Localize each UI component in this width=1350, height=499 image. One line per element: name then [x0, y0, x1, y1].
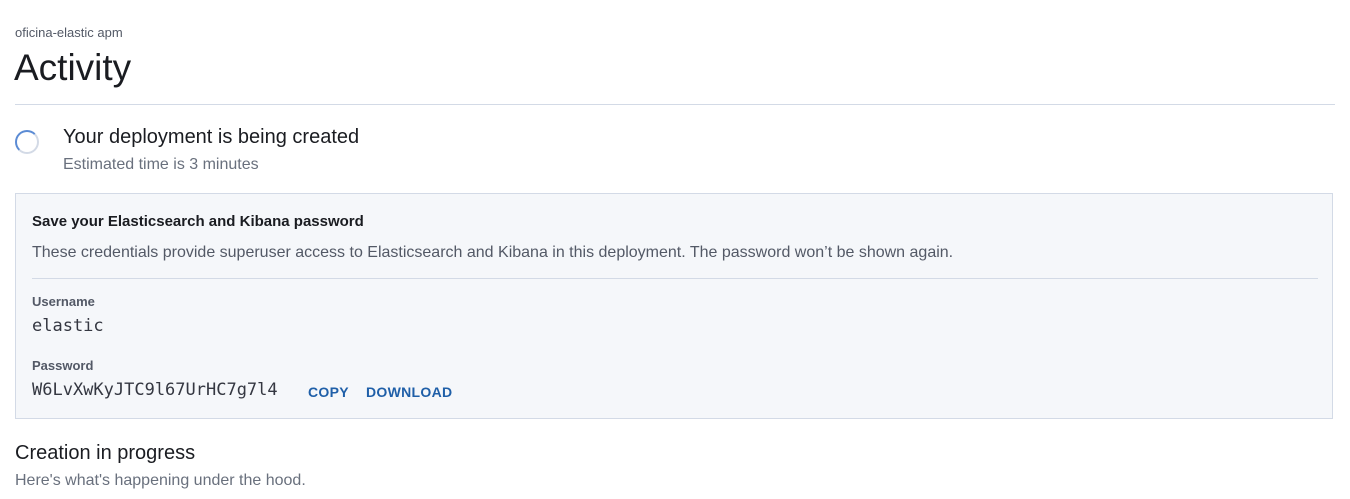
- loading-spinner-icon: [15, 130, 39, 154]
- deployment-status-heading: Your deployment is being created: [63, 126, 360, 148]
- credentials-title: Save your Elasticsearch and Kibana passw…: [32, 213, 364, 230]
- title-divider: [15, 104, 1335, 105]
- password-label: Password: [32, 358, 94, 373]
- activity-page: oficina-elastic apm Activity Your deploy…: [0, 0, 1350, 499]
- credentials-panel: Save your Elasticsearch and Kibana passw…: [15, 193, 1333, 419]
- credentials-divider: [32, 278, 1318, 279]
- breadcrumb[interactable]: oficina-elastic apm: [15, 25, 123, 40]
- creation-progress-subtext: Here's what's happening under the hood.: [15, 472, 306, 489]
- username-value[interactable]: elastic: [32, 316, 104, 336]
- copy-password-button[interactable]: COPY: [308, 384, 349, 400]
- username-label: Username: [32, 294, 95, 309]
- download-password-button[interactable]: DOWNLOAD: [366, 384, 452, 400]
- creation-progress-heading: Creation in progress: [15, 442, 196, 464]
- page-title: Activity: [14, 47, 132, 88]
- estimated-time-text: Estimated time is 3 minutes: [63, 156, 259, 173]
- password-value[interactable]: W6LvXwKyJTC9l67UrHC7g7l4: [32, 380, 278, 400]
- credentials-description: These credentials provide superuser acce…: [32, 244, 954, 261]
